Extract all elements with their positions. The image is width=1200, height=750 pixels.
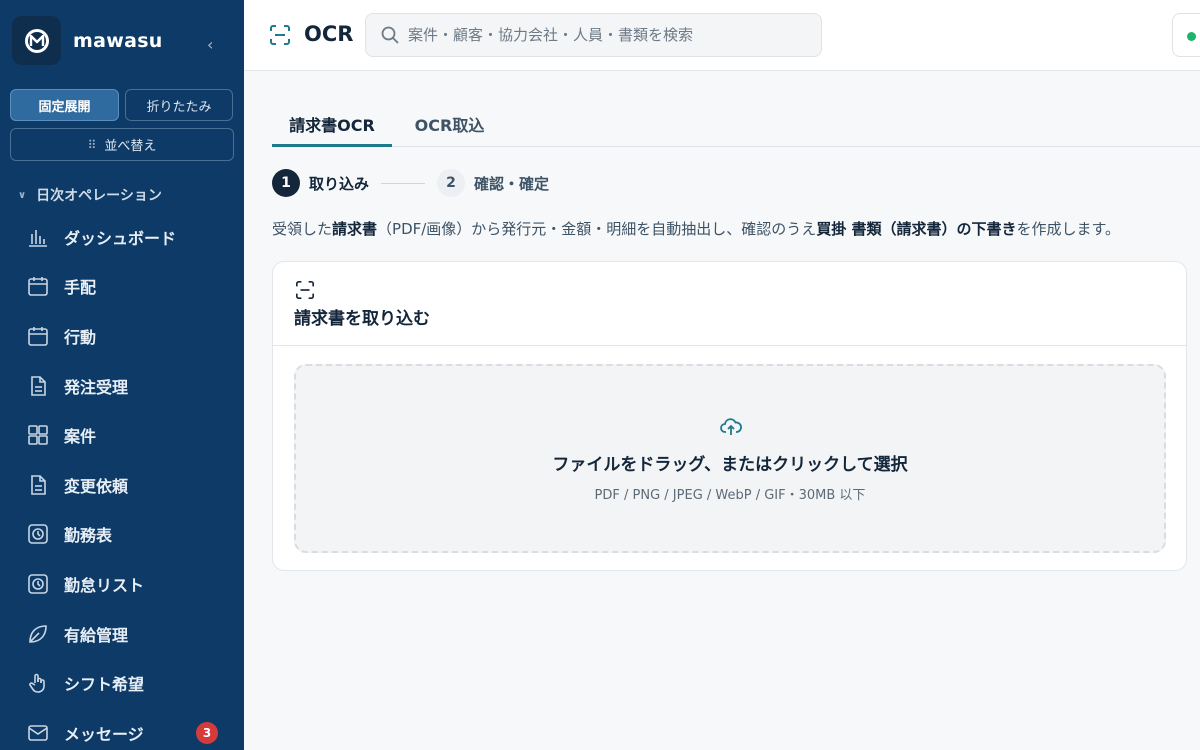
sidebar-item-attendance-list[interactable]: 勤怠リスト: [0, 559, 244, 609]
sort-label: 並べ替え: [104, 139, 157, 154]
sidebar-item-label: メッセージ: [64, 724, 144, 744]
sidebar-item-label: 行動: [64, 327, 97, 347]
status-indicator[interactable]: [1172, 13, 1200, 57]
scan-icon: [269, 24, 291, 50]
section-label: 日次オペレーション: [36, 188, 162, 204]
sidebar-item-label: ダッシュボード: [64, 228, 177, 248]
sort-button[interactable]: ⠿ 並べ替え: [10, 128, 234, 161]
dropzone-file-types: PDF / PNG / JPEG / WebP / GIF・30MB 以下: [594, 488, 866, 503]
clock-icon: [26, 572, 50, 596]
hand-icon: [26, 671, 50, 695]
top-header: OCR: [244, 0, 1200, 71]
mawasu-logo-icon: [12, 16, 61, 65]
sidebar-item-action[interactable]: 行動: [0, 311, 244, 361]
sidebar-item-work-schedule[interactable]: 勤務表: [0, 510, 244, 560]
sidebar-item-projects[interactable]: 案件: [0, 410, 244, 460]
tab-bar: 請求書OCR OCR取込: [272, 104, 1200, 147]
drag-handle-icon: ⠿: [87, 137, 97, 152]
sidebar-item-label: 勤務表: [64, 526, 113, 546]
file-dropzone[interactable]: ファイルをドラッグ、またはクリックして選択 PDF / PNG / JPEG /…: [294, 364, 1166, 553]
step-1-label: 取り込み: [309, 174, 370, 193]
cloud-upload-icon: [720, 416, 742, 442]
sidebar-item-messages[interactable]: メッセージ 3: [0, 708, 244, 750]
stepper: 1 取り込み 2 確認・確定: [272, 169, 549, 197]
step-1-number: 1: [272, 169, 300, 197]
search-input[interactable]: [408, 26, 808, 44]
tab-ocr-import[interactable]: OCR取込: [412, 104, 487, 147]
sidebar-nav: ダッシュボード 手配 行動 発注受理 案件 変更依頼 勤務表 勤怠リスト 有給管…: [0, 212, 244, 750]
collapse-sidebar-icon[interactable]: ‹: [207, 35, 213, 54]
sidebar-item-label: 案件: [64, 427, 97, 447]
fixed-expand-button[interactable]: 固定展開: [10, 89, 119, 121]
sidebar-item-label: 手配: [64, 278, 97, 298]
sidebar-item-paid-leave[interactable]: 有給管理: [0, 609, 244, 659]
section-daily-operations[interactable]: ∨ 日次オペレーション: [18, 185, 162, 205]
scan-icon: [295, 280, 315, 304]
mail-icon: [26, 721, 50, 745]
online-status-dot: [1187, 32, 1196, 41]
tab-invoice-ocr[interactable]: 請求書OCR: [272, 104, 392, 147]
unread-badge: 3: [196, 721, 218, 744]
sidebar-item-label: 発注受理: [64, 377, 129, 397]
sidebar-item-arrangement[interactable]: 手配: [0, 262, 244, 312]
document-icon: [26, 374, 50, 398]
sidebar: mawasu ‹ 固定展開 折りたたみ ⠿ 並べ替え ∨ 日次オペレーション ダ…: [0, 0, 244, 750]
document-icon: [26, 473, 50, 497]
page-title: OCR: [304, 22, 354, 46]
chevron-down-icon: ∨: [18, 189, 27, 201]
sidebar-item-label: 変更依頼: [64, 476, 129, 496]
import-card: 請求書を取り込む ファイルをドラッグ、またはクリックして選択 PDF / PNG…: [272, 261, 1187, 571]
dropzone-instruction: ファイルをドラッグ、またはクリックして選択: [552, 455, 908, 475]
fold-button[interactable]: 折りたたみ: [125, 89, 233, 121]
sidebar-item-label: 有給管理: [64, 625, 129, 645]
calendar-icon: [26, 274, 50, 298]
search-icon: [380, 25, 400, 45]
brand[interactable]: mawasu: [12, 16, 163, 65]
sidebar-item-change-requests[interactable]: 変更依頼: [0, 460, 244, 510]
sidebar-item-label: 勤怠リスト: [64, 575, 145, 595]
step-2-number: 2: [437, 169, 466, 197]
calendar-icon: [26, 324, 50, 348]
sidebar-item-shift-request[interactable]: シフト希望: [0, 658, 244, 708]
step-connector: [381, 182, 426, 184]
leaf-icon: [26, 622, 50, 646]
sidebar-item-label: シフト希望: [64, 675, 145, 695]
card-header: 請求書を取り込む: [273, 262, 1186, 346]
sidebar-item-order-receipt[interactable]: 発注受理: [0, 361, 244, 411]
chart-icon: [26, 225, 50, 249]
page-description: 受領した請求書（PDF/画像）から発行元・金額・明細を自動抽出し、確認のうえ買掛…: [272, 220, 1121, 238]
sidebar-item-dashboard[interactable]: ダッシュボード: [0, 212, 244, 262]
brand-name: mawasu: [73, 29, 163, 52]
clock-icon: [26, 522, 50, 546]
step-2-label: 確認・確定: [474, 174, 550, 193]
global-search: [365, 13, 822, 57]
card-title: 請求書を取り込む: [294, 309, 430, 329]
grid-icon: [26, 423, 50, 447]
